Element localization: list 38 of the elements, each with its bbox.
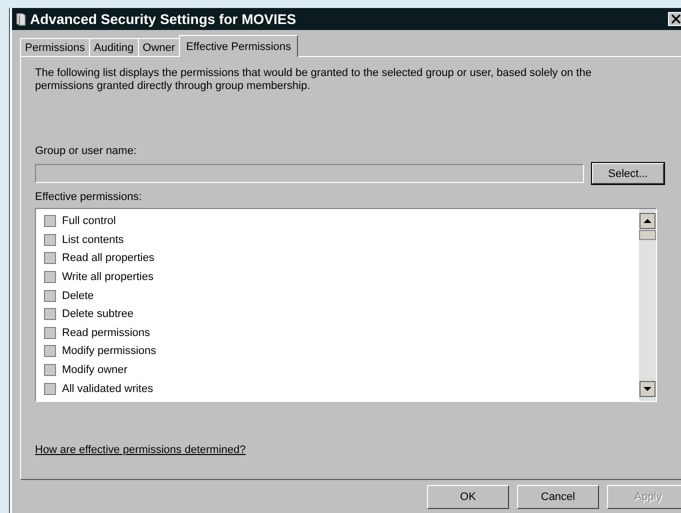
tab[interactable]: Effective Permissions (179, 35, 298, 57)
scroll-thumb[interactable] (639, 230, 656, 240)
permission-label: Read all properties (62, 252, 154, 264)
permission-label: Delete (62, 290, 94, 302)
dialog-button[interactable]: OK (427, 485, 509, 509)
checkbox[interactable] (44, 364, 56, 376)
checkbox[interactable] (44, 382, 56, 395)
scroll-down-icon[interactable] (639, 381, 656, 397)
description-text: The following list displays the permissions that would be granted to the selected group or user, based solely on the permissions granted directly through group membership. (35, 67, 592, 93)
checkbox[interactable] (44, 308, 56, 320)
checkbox[interactable] (44, 271, 56, 284)
help-link[interactable]: How are effective permissions determined? (35, 444, 246, 456)
checkbox[interactable] (44, 234, 56, 246)
permission-label: Delete subtree (62, 308, 134, 320)
checkbox[interactable] (44, 345, 56, 358)
select-button[interactable]: Select... (592, 163, 664, 184)
tab[interactable]: Owner (138, 38, 180, 56)
checkbox[interactable] (44, 326, 56, 339)
field-label: Group or user name: (35, 145, 138, 157)
permission-label: Full control (62, 215, 116, 228)
window-title: Advanced Security Settings for MOVIES (30, 11, 298, 27)
list-label: Effective permissions: (35, 191, 143, 203)
dialog-button[interactable]: Cancel (517, 485, 599, 509)
checkbox[interactable] (44, 252, 56, 264)
scrollbar[interactable] (639, 209, 656, 401)
permission-label: Write all properties (62, 271, 154, 284)
scroll-up-icon[interactable] (639, 213, 656, 229)
permission-label: Read permissions (62, 326, 150, 339)
checkbox[interactable] (44, 215, 56, 228)
permission-label: Modify permissions (62, 345, 156, 358)
permission-label: Modify owner (62, 364, 128, 376)
permission-label: List contents (62, 234, 124, 246)
permission-label: All validated writes (62, 382, 154, 395)
close-icon[interactable] (668, 12, 681, 26)
book-icon (16, 12, 26, 26)
tab[interactable]: Permissions (20, 38, 90, 56)
checkbox[interactable] (44, 290, 56, 302)
tab[interactable]: Auditing (88, 38, 139, 56)
